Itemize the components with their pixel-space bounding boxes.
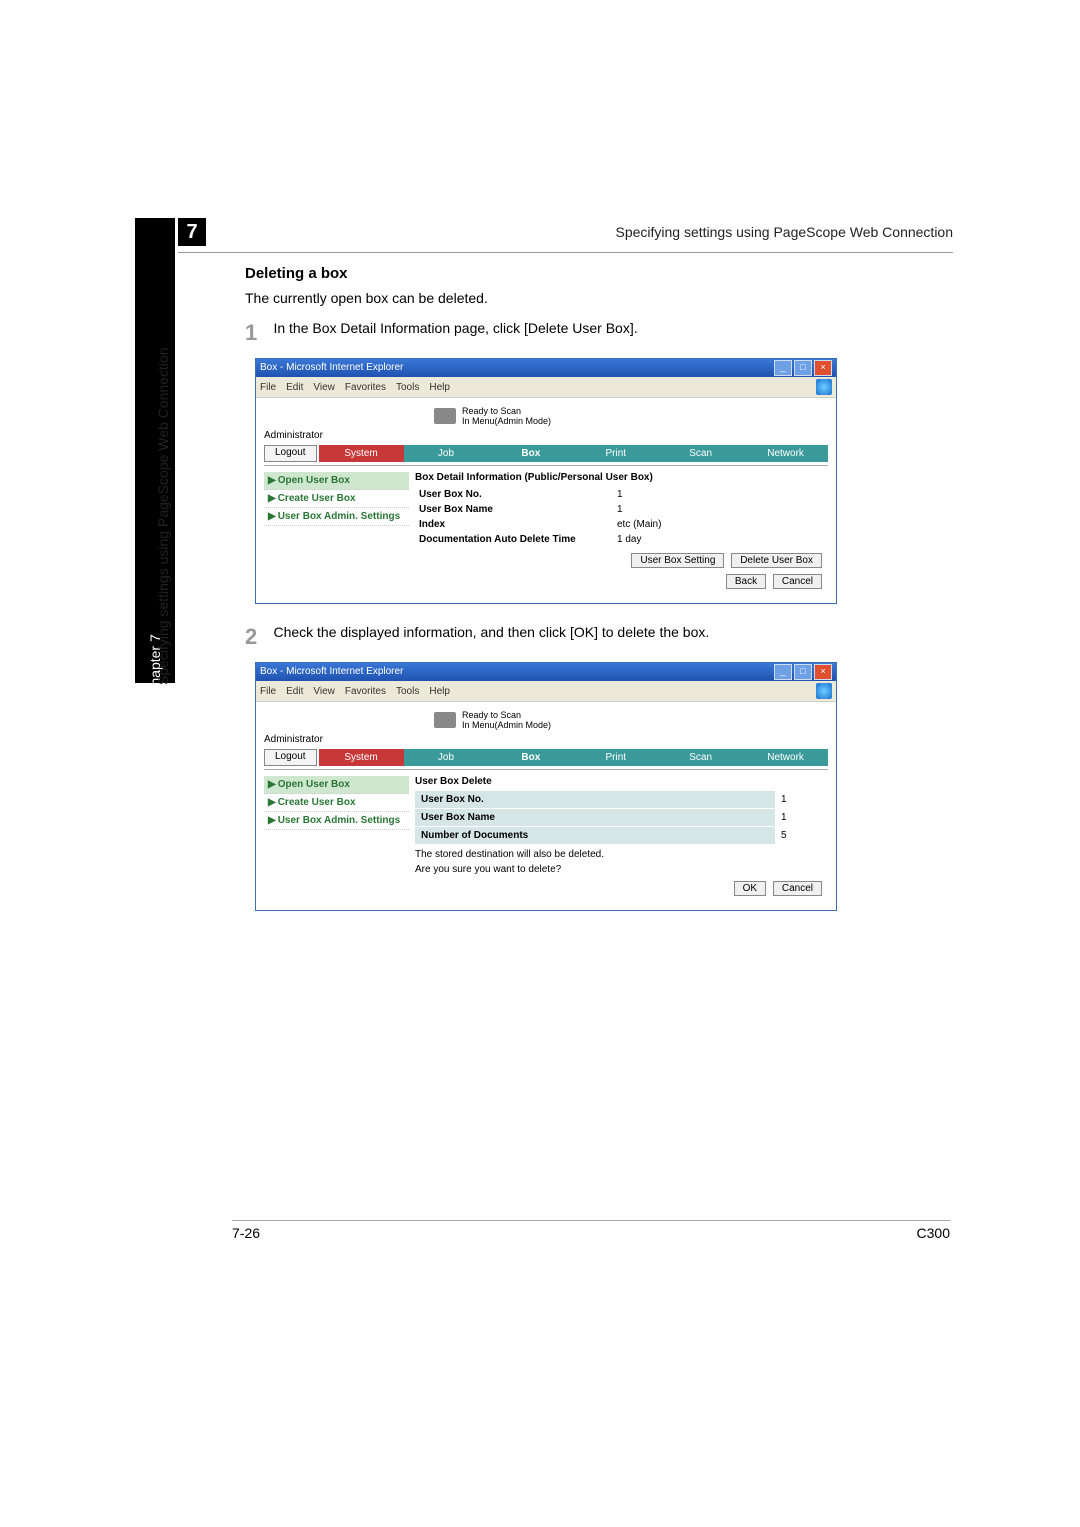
model-number: C300 [917, 1225, 950, 1241]
row-value: 1 [613, 487, 828, 502]
status-line-1: Ready to Scan [462, 406, 551, 416]
delete-msg-1: The stored destination will also be dele… [415, 849, 828, 860]
header-title: Specifying settings using PageScope Web … [615, 224, 953, 240]
page-header: 7 Specifying settings using PageScope We… [178, 218, 953, 253]
delete-user-box-button[interactable]: Delete User Box [731, 553, 822, 568]
sidebar-open-user-box[interactable]: ▶Open User Box [264, 472, 409, 490]
printer-icon [434, 712, 456, 728]
admin-label: Administrator [264, 430, 828, 441]
detail-title: User Box Delete [415, 776, 828, 787]
ok-button[interactable]: OK [734, 881, 766, 896]
cancel-button[interactable]: Cancel [773, 881, 822, 896]
menu-view[interactable]: View [313, 686, 335, 697]
tab-system[interactable]: System [319, 749, 404, 766]
section-intro: The currently open box can be deleted. [245, 290, 945, 306]
step-number: 1 [245, 320, 269, 346]
tab-job[interactable]: Job [404, 749, 489, 766]
maximize-icon[interactable]: □ [794, 360, 812, 376]
sidebar-user-box-admin[interactable]: ▶User Box Admin. Settings [264, 812, 409, 830]
tab-box[interactable]: Box [488, 749, 573, 766]
sidebar-create-user-box[interactable]: ▶Create User Box [264, 794, 409, 812]
maximize-icon[interactable]: □ [794, 664, 812, 680]
chapter-number: 7 [178, 218, 206, 246]
minimize-icon[interactable]: _ [774, 360, 792, 376]
step-number: 2 [245, 624, 269, 650]
tab-network[interactable]: Network [743, 749, 828, 766]
vertical-side-text: Specifying settings using PageScope Web … [155, 347, 171, 685]
menu-edit[interactable]: Edit [286, 686, 303, 697]
status-line-2: In Menu(Admin Mode) [462, 720, 551, 730]
menu-help[interactable]: Help [429, 382, 450, 393]
minimize-icon[interactable]: _ [774, 664, 792, 680]
admin-label: Administrator [264, 734, 828, 745]
menu-edit[interactable]: Edit [286, 382, 303, 393]
screenshot-1: Box - Microsoft Internet Explorer _ □ × … [255, 358, 837, 604]
back-button[interactable]: Back [726, 574, 766, 589]
sidebar-create-user-box[interactable]: ▶Create User Box [264, 490, 409, 508]
row-label: User Box No. [415, 487, 613, 502]
step-2: 2 Check the displayed information, and t… [245, 624, 945, 650]
row-value: 1 [775, 809, 828, 827]
row-value: 1 [775, 791, 828, 809]
menu-favorites[interactable]: Favorites [345, 686, 386, 697]
row-label: Documentation Auto Delete Time [415, 532, 613, 547]
step-1: 1 In the Box Detail Information page, cl… [245, 320, 945, 346]
ie-menubar: File Edit View Favorites Tools Help [256, 377, 836, 398]
window-title: Box - Microsoft Internet Explorer [260, 359, 403, 377]
row-label: Number of Documents [415, 827, 775, 845]
printer-status: Ready to Scan In Menu(Admin Mode) [434, 710, 828, 730]
window-titlebar: Box - Microsoft Internet Explorer _ □ × [256, 359, 836, 377]
sidebar-open-user-box[interactable]: ▶Open User Box [264, 776, 409, 794]
logout-button[interactable]: Logout [264, 749, 317, 766]
tab-network[interactable]: Network [743, 445, 828, 462]
menu-tools[interactable]: Tools [396, 382, 419, 393]
row-value: 1 [613, 502, 828, 517]
sidebar-user-box-admin[interactable]: ▶User Box Admin. Settings [264, 508, 409, 526]
ie-logo-icon [816, 379, 832, 395]
window-title: Box - Microsoft Internet Explorer [260, 663, 403, 681]
section-title: Deleting a box [245, 265, 945, 282]
page-number: 7-26 [232, 1225, 260, 1241]
tab-system[interactable]: System [319, 445, 404, 462]
close-icon[interactable]: × [814, 664, 832, 680]
logout-button[interactable]: Logout [264, 445, 317, 462]
detail-title: Box Detail Information (Public/Personal … [415, 472, 828, 483]
window-titlebar: Box - Microsoft Internet Explorer _ □ × [256, 663, 836, 681]
status-line-2: In Menu(Admin Mode) [462, 416, 551, 426]
row-label: User Box No. [415, 791, 775, 809]
user-box-setting-button[interactable]: User Box Setting [631, 553, 724, 568]
menu-file[interactable]: File [260, 382, 276, 393]
row-value: etc (Main) [613, 517, 828, 532]
printer-icon [434, 408, 456, 424]
printer-status: Ready to Scan In Menu(Admin Mode) [434, 406, 828, 426]
menu-favorites[interactable]: Favorites [345, 382, 386, 393]
page-footer: 7-26 C300 [232, 1220, 950, 1241]
menu-file[interactable]: File [260, 686, 276, 697]
row-label: Index [415, 517, 613, 532]
delete-msg-2: Are you sure you want to delete? [415, 864, 828, 875]
ie-logo-icon [816, 683, 832, 699]
row-value: 5 [775, 827, 828, 845]
row-value: 1 day [613, 532, 828, 547]
screenshot-2: Box - Microsoft Internet Explorer _ □ × … [255, 662, 837, 911]
tab-print[interactable]: Print [573, 749, 658, 766]
tab-scan[interactable]: Scan [658, 445, 743, 462]
cancel-button[interactable]: Cancel [773, 574, 822, 589]
step-text: Check the displayed information, and the… [273, 624, 709, 640]
menu-help[interactable]: Help [429, 686, 450, 697]
tab-job[interactable]: Job [404, 445, 489, 462]
row-label: User Box Name [415, 809, 775, 827]
menu-tools[interactable]: Tools [396, 686, 419, 697]
menu-view[interactable]: View [313, 382, 335, 393]
status-line-1: Ready to Scan [462, 710, 551, 720]
tab-box[interactable]: Box [488, 445, 573, 462]
tab-print[interactable]: Print [573, 445, 658, 462]
step-text: In the Box Detail Information page, clic… [273, 320, 637, 336]
tab-scan[interactable]: Scan [658, 749, 743, 766]
close-icon[interactable]: × [814, 360, 832, 376]
ie-menubar: File Edit View Favorites Tools Help [256, 681, 836, 702]
row-label: User Box Name [415, 502, 613, 517]
